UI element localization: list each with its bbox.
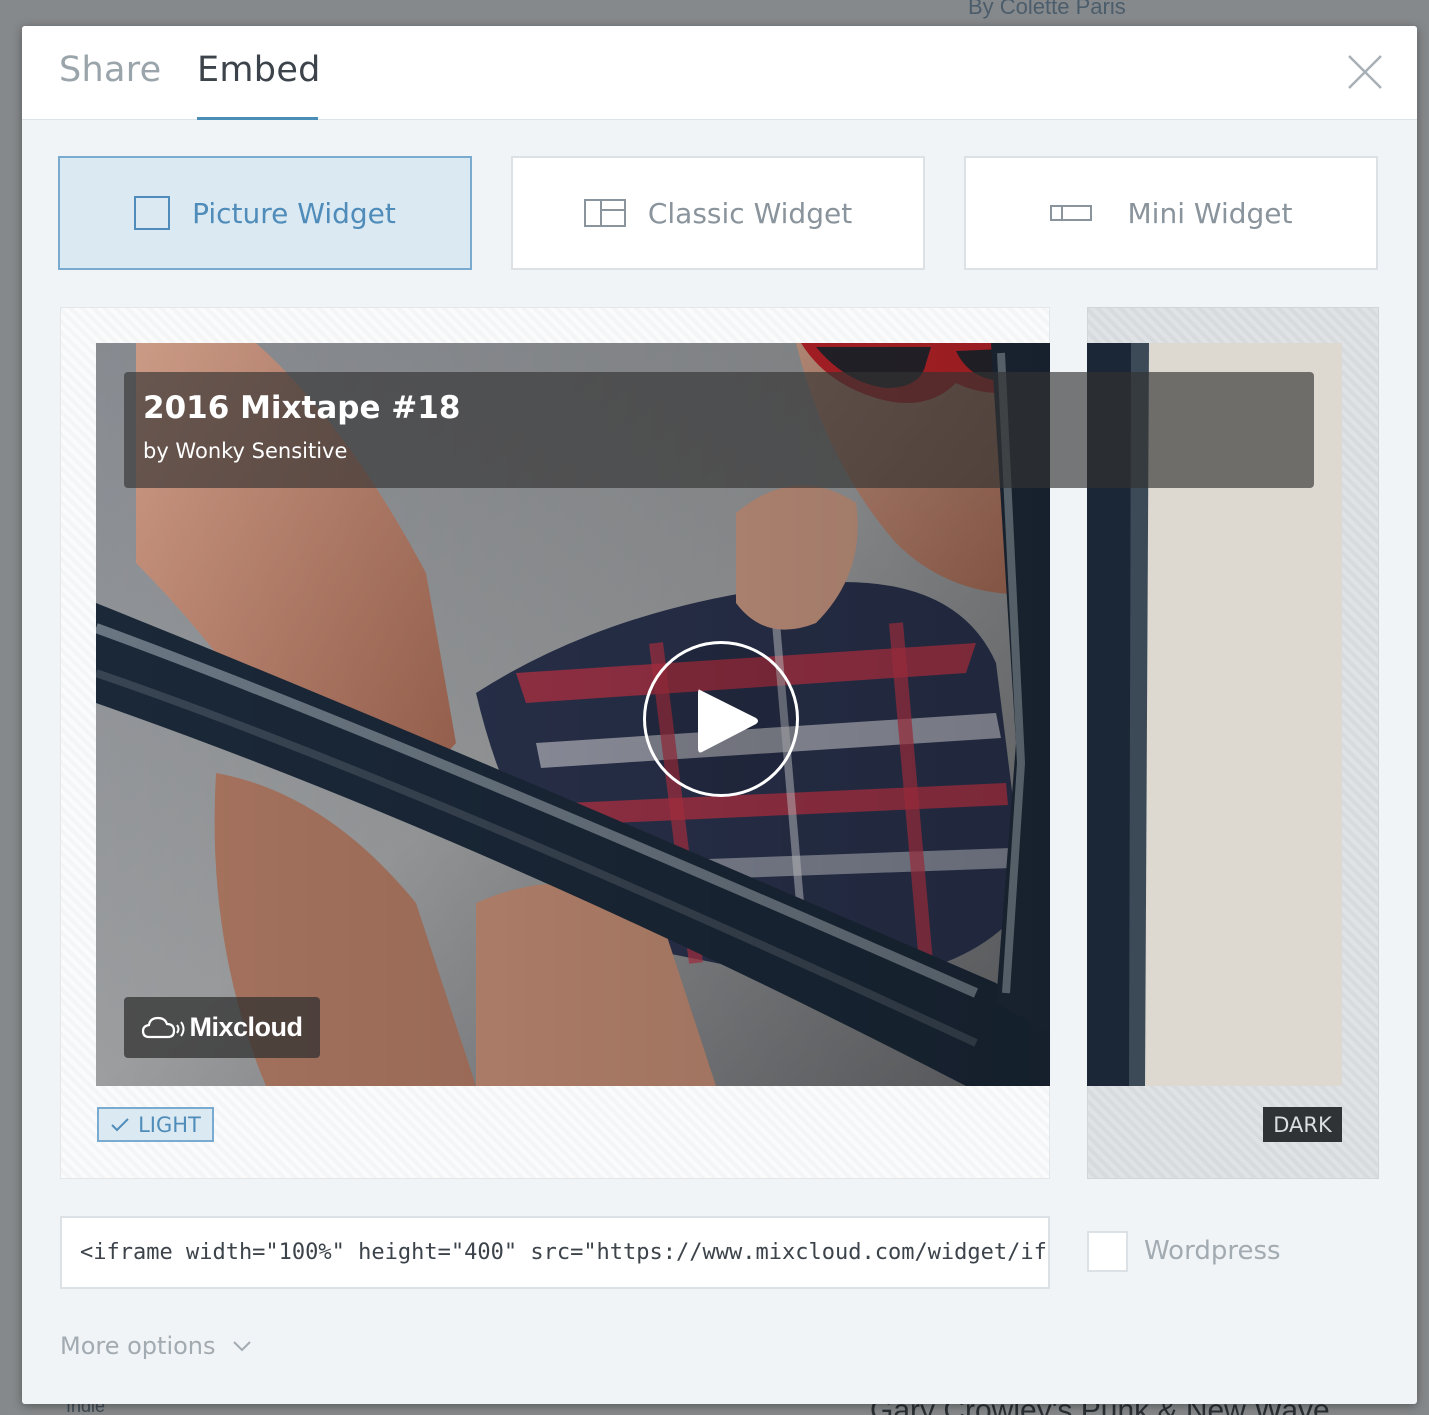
classic-widget-icon xyxy=(583,199,626,227)
mini-widget-icon xyxy=(1049,205,1092,221)
classic-widget-button[interactable]: Classic Widget xyxy=(511,156,925,270)
mixcloud-wordmark: Mixcloud xyxy=(189,1012,303,1042)
mix-title[interactable]: 2016 Mixtape #18 xyxy=(143,390,460,426)
dark-theme-badge[interactable]: DARK xyxy=(1263,1107,1342,1142)
mini-widget-button[interactable]: Mini Widget xyxy=(964,156,1378,270)
cloud-icon xyxy=(142,1016,185,1038)
picture-widget-button[interactable]: Picture Widget xyxy=(58,156,472,270)
wordpress-checkbox[interactable] xyxy=(1087,1231,1128,1272)
wordpress-label[interactable]: Wordpress xyxy=(1144,1236,1281,1266)
picture-widget-label: Picture Widget xyxy=(192,196,396,230)
chevron-down-icon xyxy=(232,1341,251,1352)
checkmark-icon xyxy=(111,1117,129,1131)
modal-header: Share Embed xyxy=(22,26,1417,120)
embed-modal: Share Embed Picture Widget Classic Widge… xyxy=(22,26,1417,1404)
light-theme-badge[interactable]: LIGHT xyxy=(97,1107,214,1142)
mix-artist[interactable]: by Wonky Sensitive xyxy=(143,439,347,463)
mixcloud-logo[interactable]: Mixcloud xyxy=(124,997,320,1058)
more-options-label: More options xyxy=(60,1332,216,1360)
play-button[interactable] xyxy=(643,641,799,797)
play-icon xyxy=(698,689,758,753)
active-tab-indicator xyxy=(197,117,318,120)
tab-embed[interactable]: Embed xyxy=(197,50,321,90)
light-theme-label: LIGHT xyxy=(138,1112,201,1137)
close-icon[interactable] xyxy=(1345,52,1385,92)
tab-share[interactable]: Share xyxy=(59,50,162,90)
embed-code-field[interactable]: <iframe width="100%" height="400" src="h… xyxy=(60,1216,1050,1289)
classic-widget-label: Classic Widget xyxy=(647,196,853,230)
dark-theme-label: DARK xyxy=(1273,1112,1332,1137)
background-author-text: By Colette Paris xyxy=(968,0,1126,19)
mini-widget-label: Mini Widget xyxy=(1127,196,1293,230)
picture-widget-icon xyxy=(134,196,171,230)
more-options-toggle[interactable]: More options xyxy=(60,1332,252,1360)
